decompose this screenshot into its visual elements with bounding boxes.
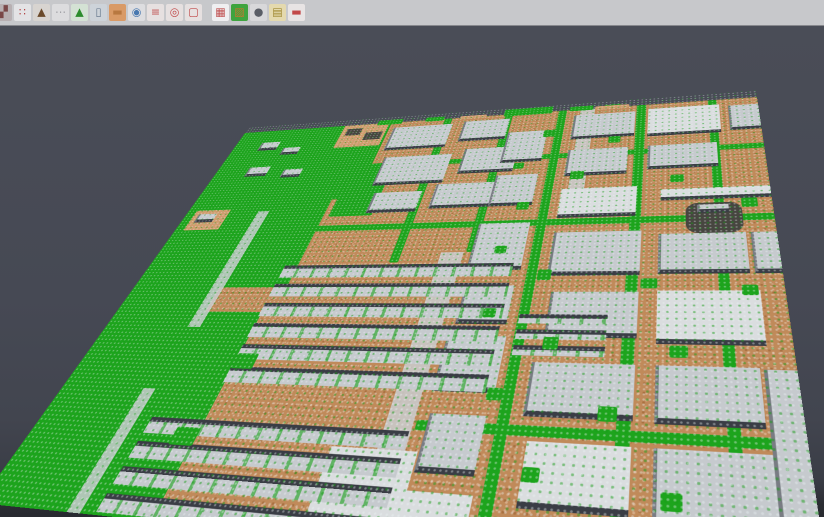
greenhouse-roof (515, 329, 607, 340)
measure-sheet-icon: ▤ (272, 4, 282, 21)
greenhouse-roof (258, 303, 505, 319)
sphere-icon: ● (254, 4, 264, 21)
building-roof (570, 111, 635, 139)
measure-sheet-icon[interactable]: ▤ (269, 4, 286, 21)
classified-raster-icon: ▨ (234, 4, 244, 21)
striped-flag-icon[interactable]: ▬ (288, 4, 305, 21)
classify-tool-icon[interactable]: ▞ (0, 4, 12, 21)
globe-icon: ◉ (132, 4, 142, 21)
building-roof (654, 365, 766, 429)
vegetation-patch (485, 387, 503, 400)
vegetation-patch (520, 467, 540, 483)
vegetation-patch (536, 270, 552, 281)
building-roof (372, 154, 452, 186)
vegetation-patch (741, 197, 758, 207)
vegetation-patch (482, 308, 497, 317)
vegetation-patch (513, 162, 525, 168)
greenhouse-roof (269, 283, 510, 297)
terrain-mound-icon: ▲ (37, 4, 45, 21)
vegetation-patch (543, 130, 557, 137)
target-circle-icon: ◎ (170, 4, 180, 21)
vegetation-patch (542, 337, 559, 350)
terrain-mound-icon[interactable]: ▲ (33, 4, 50, 21)
vegetation-patch (516, 202, 530, 210)
sparse-points-icon[interactable]: ⋯ (52, 4, 69, 21)
app-window: ▞ ∷ ▲ ⋯ ▲ ▯ ▬ ◉ ≡ ◎ ▢ ▦ ▨ ● ▤ ▬ (0, 0, 824, 517)
vegetation-patch (660, 492, 682, 512)
ground-patch-icon[interactable]: ▬ (109, 4, 126, 21)
building-roof (656, 290, 767, 346)
classify-tool-icon: ▞ (0, 4, 8, 21)
building-roof (488, 174, 539, 207)
building-slab-icon: ▯ (95, 4, 101, 21)
striped-flag-icon: ▬ (291, 4, 301, 21)
building-roof (728, 104, 762, 130)
vegetation-patch (494, 246, 508, 254)
vegetation-patch (669, 346, 688, 358)
building-roof (500, 130, 548, 163)
vegetation-hill-icon[interactable]: ▲ (71, 4, 88, 21)
greenhouse-roof (518, 314, 608, 324)
building-slab-icon[interactable]: ▯ (90, 4, 107, 21)
greenhouse-roof (279, 263, 514, 278)
select-region-icon[interactable]: ▢ (185, 4, 202, 21)
profile-lines-icon: ≡ (151, 4, 160, 21)
building-roof (658, 232, 751, 274)
building-roof (647, 142, 719, 169)
target-circle-icon[interactable]: ◎ (166, 4, 183, 21)
class-points-icon[interactable]: ∷ (14, 4, 31, 21)
sphere-icon[interactable]: ● (250, 4, 267, 21)
vegetation-hill-icon: ▲ (75, 4, 83, 21)
grid-checker-icon: ▦ (215, 4, 225, 21)
building-roof (523, 362, 636, 421)
vegetation-patch (741, 285, 759, 296)
building-roof (365, 191, 422, 213)
profile-lines-icon[interactable]: ≡ (147, 4, 164, 21)
classified-raster-icon[interactable]: ▨ (231, 4, 248, 21)
building-roof (647, 104, 721, 136)
vegetation-patch (597, 406, 617, 422)
select-region-icon: ▢ (188, 4, 198, 21)
globe-icon[interactable]: ◉ (128, 4, 145, 21)
vegetation-patch (608, 136, 621, 143)
building-roof (383, 124, 453, 151)
building-roof (458, 119, 510, 142)
main-toolbar: ▞ ∷ ▲ ⋯ ▲ ▯ ▬ ◉ ≡ ◎ ▢ ▦ ▨ ● ▤ ▬ (0, 0, 824, 26)
building-roof (697, 204, 729, 213)
vegetation-patch (569, 171, 584, 179)
ground-patch-icon: ▬ (112, 4, 122, 21)
building-roof (557, 186, 637, 218)
sparse-points-icon: ⋯ (55, 4, 66, 21)
building-roof (547, 230, 642, 275)
vegetation-patch (670, 174, 683, 182)
grid-checker-icon[interactable]: ▦ (212, 4, 229, 21)
vegetation-patch (640, 278, 657, 288)
class-points-icon: ∷ (19, 4, 26, 21)
